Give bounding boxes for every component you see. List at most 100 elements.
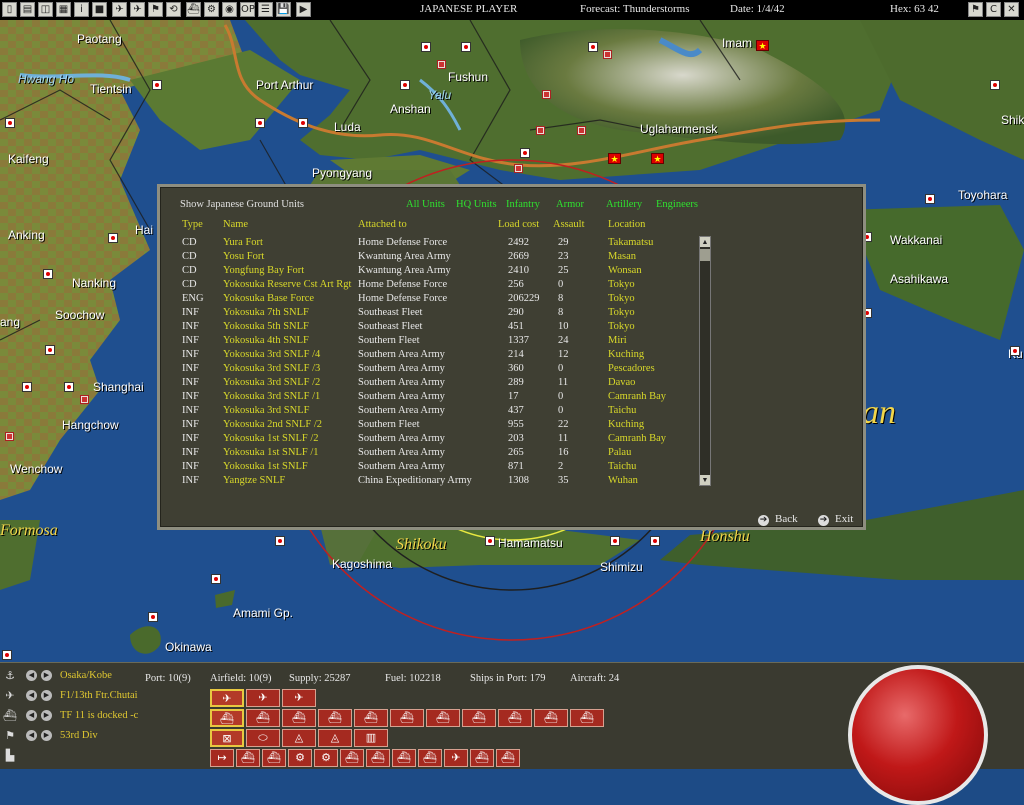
unit-marker[interactable] (437, 60, 446, 69)
enemy-star-marker[interactable]: ★ (756, 40, 769, 51)
filter-toggle-button[interactable]: ⛴ (570, 709, 604, 727)
filter-toggle-button[interactable]: ⚙ (314, 749, 338, 767)
filter-toggle-button[interactable]: ◬ (318, 729, 352, 747)
col-attached-header[interactable]: Attached to (358, 219, 407, 230)
filter-toggle-button[interactable]: ⛴ (236, 749, 260, 767)
unit-marker[interactable] (5, 432, 14, 441)
toolbar-file-button[interactable]: ▤ (20, 2, 35, 17)
next-arrow-icon[interactable]: ▶ (41, 690, 52, 701)
filter-toggle-button[interactable]: ⛴ (366, 749, 390, 767)
unit-name[interactable]: Yokosuka 4th SNLF (223, 335, 309, 346)
col-location-header[interactable]: Location (608, 219, 645, 230)
scroll-thumb[interactable] (700, 249, 710, 261)
base-marker[interactable] (990, 80, 1000, 90)
filter-engineers[interactable]: Engineers (656, 199, 698, 210)
filter-all-units[interactable]: All Units (406, 199, 445, 210)
unit-list-scrollbar[interactable]: ▲ ▼ (699, 236, 711, 486)
toolbar-group-button[interactable]: ⚙ (204, 2, 219, 17)
copy-button[interactable]: C (986, 2, 1001, 17)
prev-arrow-icon[interactable]: ◀ (26, 670, 37, 681)
toolbar-route-button[interactable]: ⟲ (166, 2, 181, 17)
col-type-header[interactable]: Type (182, 219, 203, 230)
unit-marker[interactable] (536, 126, 545, 135)
unit-marker[interactable] (542, 90, 551, 99)
base-marker[interactable] (485, 536, 495, 546)
base-marker[interactable] (275, 536, 285, 546)
unit-name[interactable]: Yokosuka 5th SNLF (223, 321, 309, 332)
toolbar-unit-button[interactable]: ▦ (56, 2, 71, 17)
filter-armor[interactable]: Armor (556, 199, 584, 210)
unit-name[interactable]: Yokosuka 1st SNLF /1 (223, 447, 319, 458)
base-marker[interactable] (22, 382, 32, 392)
ship-icon[interactable]: ⛴ (3, 709, 17, 723)
filter-toggle-button[interactable]: ✈ (282, 689, 316, 707)
filter-toggle-button[interactable]: ✈ (444, 749, 468, 767)
toolbar-flag2-button[interactable]: ⚑ (148, 2, 163, 17)
table-row[interactable]: CD Yura Fort Home Defense Force 2492 29 Takam… (160, 237, 700, 251)
enemy-star-marker[interactable]: ★ (651, 153, 664, 164)
unit-marker[interactable] (603, 50, 612, 59)
unit-name[interactable]: Yokosuka 3rd SNLF /3 (223, 363, 320, 374)
unit-marker[interactable] (80, 395, 89, 404)
unit-name[interactable]: Yosu Fort (223, 251, 264, 262)
toolbar-info-button[interactable]: i (74, 2, 89, 17)
toolbar-end-turn-button[interactable]: ▶ (296, 2, 311, 17)
unit-name[interactable]: Yongfung Bay Fort (223, 265, 304, 276)
unit-name[interactable]: Yokosuka 1st SNLF (223, 461, 308, 472)
base-marker[interactable] (255, 118, 265, 128)
enemy-star-marker[interactable]: ★ (608, 153, 621, 164)
base-marker[interactable] (400, 80, 410, 90)
table-row[interactable]: INF Yokosuka 2nd SNLF /2 Southern Fleet 955… (160, 419, 700, 433)
table-row[interactable]: INF Yokosuka 5th SNLF Southeast Fleet 451 10… (160, 321, 700, 335)
big-red-end-turn-button[interactable] (848, 665, 988, 805)
unit-name[interactable]: Yokosuka 7th SNLF (223, 307, 309, 318)
unit-marker[interactable] (577, 126, 586, 135)
filter-toggle-button[interactable]: ⛴ (418, 749, 442, 767)
table-row[interactable]: CD Yosu Fort Kwantung Area Army 2669 23 Masan (160, 251, 700, 265)
unit-name[interactable]: Yokosuka 2nd SNLF /2 (223, 419, 322, 430)
base-marker[interactable] (520, 148, 530, 158)
flag-icon[interactable]: ⚑ (3, 729, 17, 743)
next-arrow-icon[interactable]: ▶ (41, 730, 52, 741)
plane-icon[interactable]: ✈ (3, 689, 17, 703)
table-row[interactable]: INF Yokosuka 3rd SNLF /1 Southern Area Arm… (160, 391, 700, 405)
filter-toggle-button[interactable]: ⛴ (340, 749, 364, 767)
table-row[interactable]: INF Yokosuka 3rd SNLF /2 Southern Area Arm… (160, 377, 700, 391)
base-marker[interactable] (152, 80, 162, 90)
scroll-up-icon[interactable]: ▲ (700, 237, 710, 247)
filter-toggle-button[interactable]: ⛴ (498, 709, 532, 727)
base-marker[interactable] (925, 194, 935, 204)
filter-toggle-button[interactable]: ⛴ (390, 709, 424, 727)
unit-name[interactable]: Yangtze SNLF (223, 475, 285, 486)
back-button[interactable]: ➔ Back (758, 513, 798, 526)
filter-toggle-button[interactable]: ⛴ (426, 709, 460, 727)
selection-label[interactable]: TF 11 is docked -c (60, 710, 138, 721)
table-row[interactable]: CD Yokosuka Reserve Cst Art Rgt Home Defen… (160, 279, 700, 293)
anchor-icon[interactable]: ⚓ (3, 669, 17, 683)
table-row[interactable]: INF Yokosuka 3rd SNLF Southern Area Army 43… (160, 405, 700, 419)
col-assault-header[interactable]: Assault (553, 219, 585, 230)
close-icon[interactable]: ✕ (1004, 2, 1019, 17)
unit-name[interactable]: Yokosuka 1st SNLF /2 (223, 433, 319, 444)
base-marker[interactable] (148, 612, 158, 622)
bottom-misc-icon[interactable]: ▙ (3, 749, 17, 763)
filter-toggle-button[interactable]: ✈ (246, 689, 280, 707)
unit-name[interactable]: Yokosuka 3rd SNLF (223, 405, 309, 416)
table-row[interactable]: INF Yokosuka 1st SNLF Southern Area Army 87… (160, 461, 700, 475)
table-row[interactable]: INF Yokosuka 1st SNLF /2 Southern Area Arm… (160, 433, 700, 447)
selection-label[interactable]: F1/13th Ftr.Chutai (60, 690, 138, 701)
selection-label[interactable]: 53rd Div (60, 730, 98, 741)
filter-toggle-button[interactable]: ⛴ (496, 749, 520, 767)
col-load-cost-header[interactable]: Load cost (498, 219, 539, 230)
filter-toggle-button[interactable]: ⛴ (246, 709, 280, 727)
toolbar-fighter-button[interactable]: ✈ (112, 2, 127, 17)
filter-toggle-button[interactable]: ⛴ (392, 749, 416, 767)
base-marker[interactable] (5, 118, 15, 128)
filter-toggle-button[interactable]: ↦ (210, 749, 234, 767)
toolbar-ship-button[interactable]: ⛴ (186, 2, 201, 17)
toolbar-globe-button[interactable]: ◉ (222, 2, 237, 17)
filter-toggle-button[interactable]: ◬ (282, 729, 316, 747)
filter-toggle-button[interactable]: ⛴ (318, 709, 352, 727)
filter-toggle-button[interactable]: ⛴ (470, 749, 494, 767)
unit-name[interactable]: Yokosuka 3rd SNLF /1 (223, 391, 320, 402)
